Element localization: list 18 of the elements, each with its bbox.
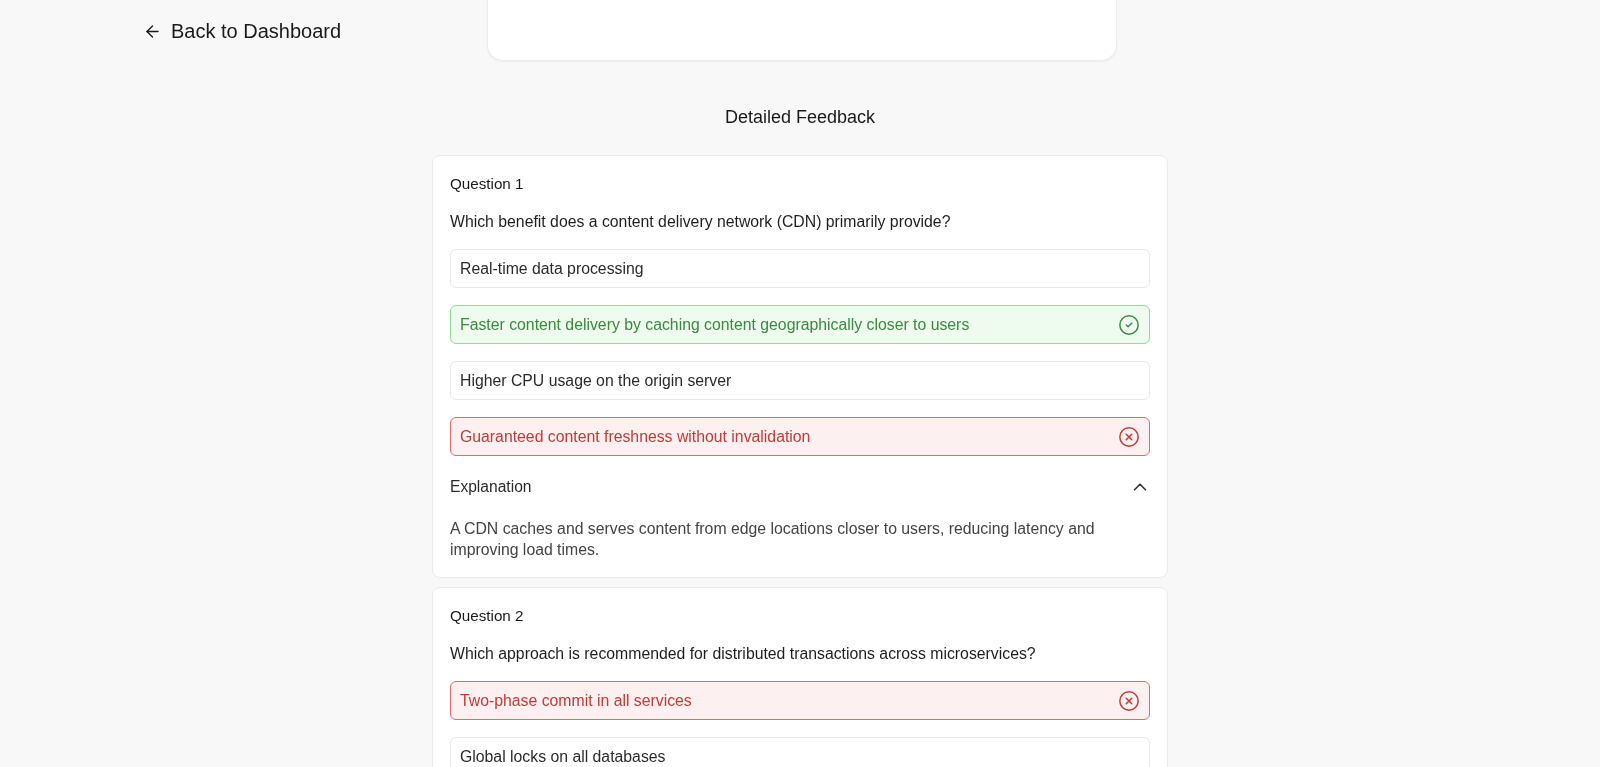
question-number: Question 1 [450, 174, 525, 194]
section-title: Detailed Feedback [723, 106, 877, 129]
x-circle-icon [1118, 689, 1140, 712]
option-text: Real-time data processing [460, 258, 644, 279]
option-text: Guaranteed content freshness without invalidation [460, 426, 811, 447]
back-link[interactable]: Back to Dashboard [143, 16, 342, 46]
x-circle-icon [1118, 425, 1140, 448]
question-text: Which benefit does a content delivery network (CDN) primarily provide? [450, 212, 952, 232]
back-link-text: Back to Dashboard [171, 19, 342, 44]
question-text: Which approach is recommended for distributed transactions across microservices? [450, 644, 1037, 664]
option-text: Two-phase commit in all services [460, 690, 692, 711]
check-circle-icon [1118, 313, 1140, 336]
option-text: Higher CPU usage on the origin server [460, 370, 732, 391]
explanation-text: A CDN caches and serves content from edge locations closer to users, reducing latency and improving load times. [450, 519, 1096, 560]
option-text: Global locks on all databases [460, 746, 666, 767]
explanation-heading: Explanation [450, 477, 532, 498]
question-number: Question 2 [450, 606, 525, 626]
option-text: Faster content delivery by caching content geographically closer to users [460, 314, 970, 335]
